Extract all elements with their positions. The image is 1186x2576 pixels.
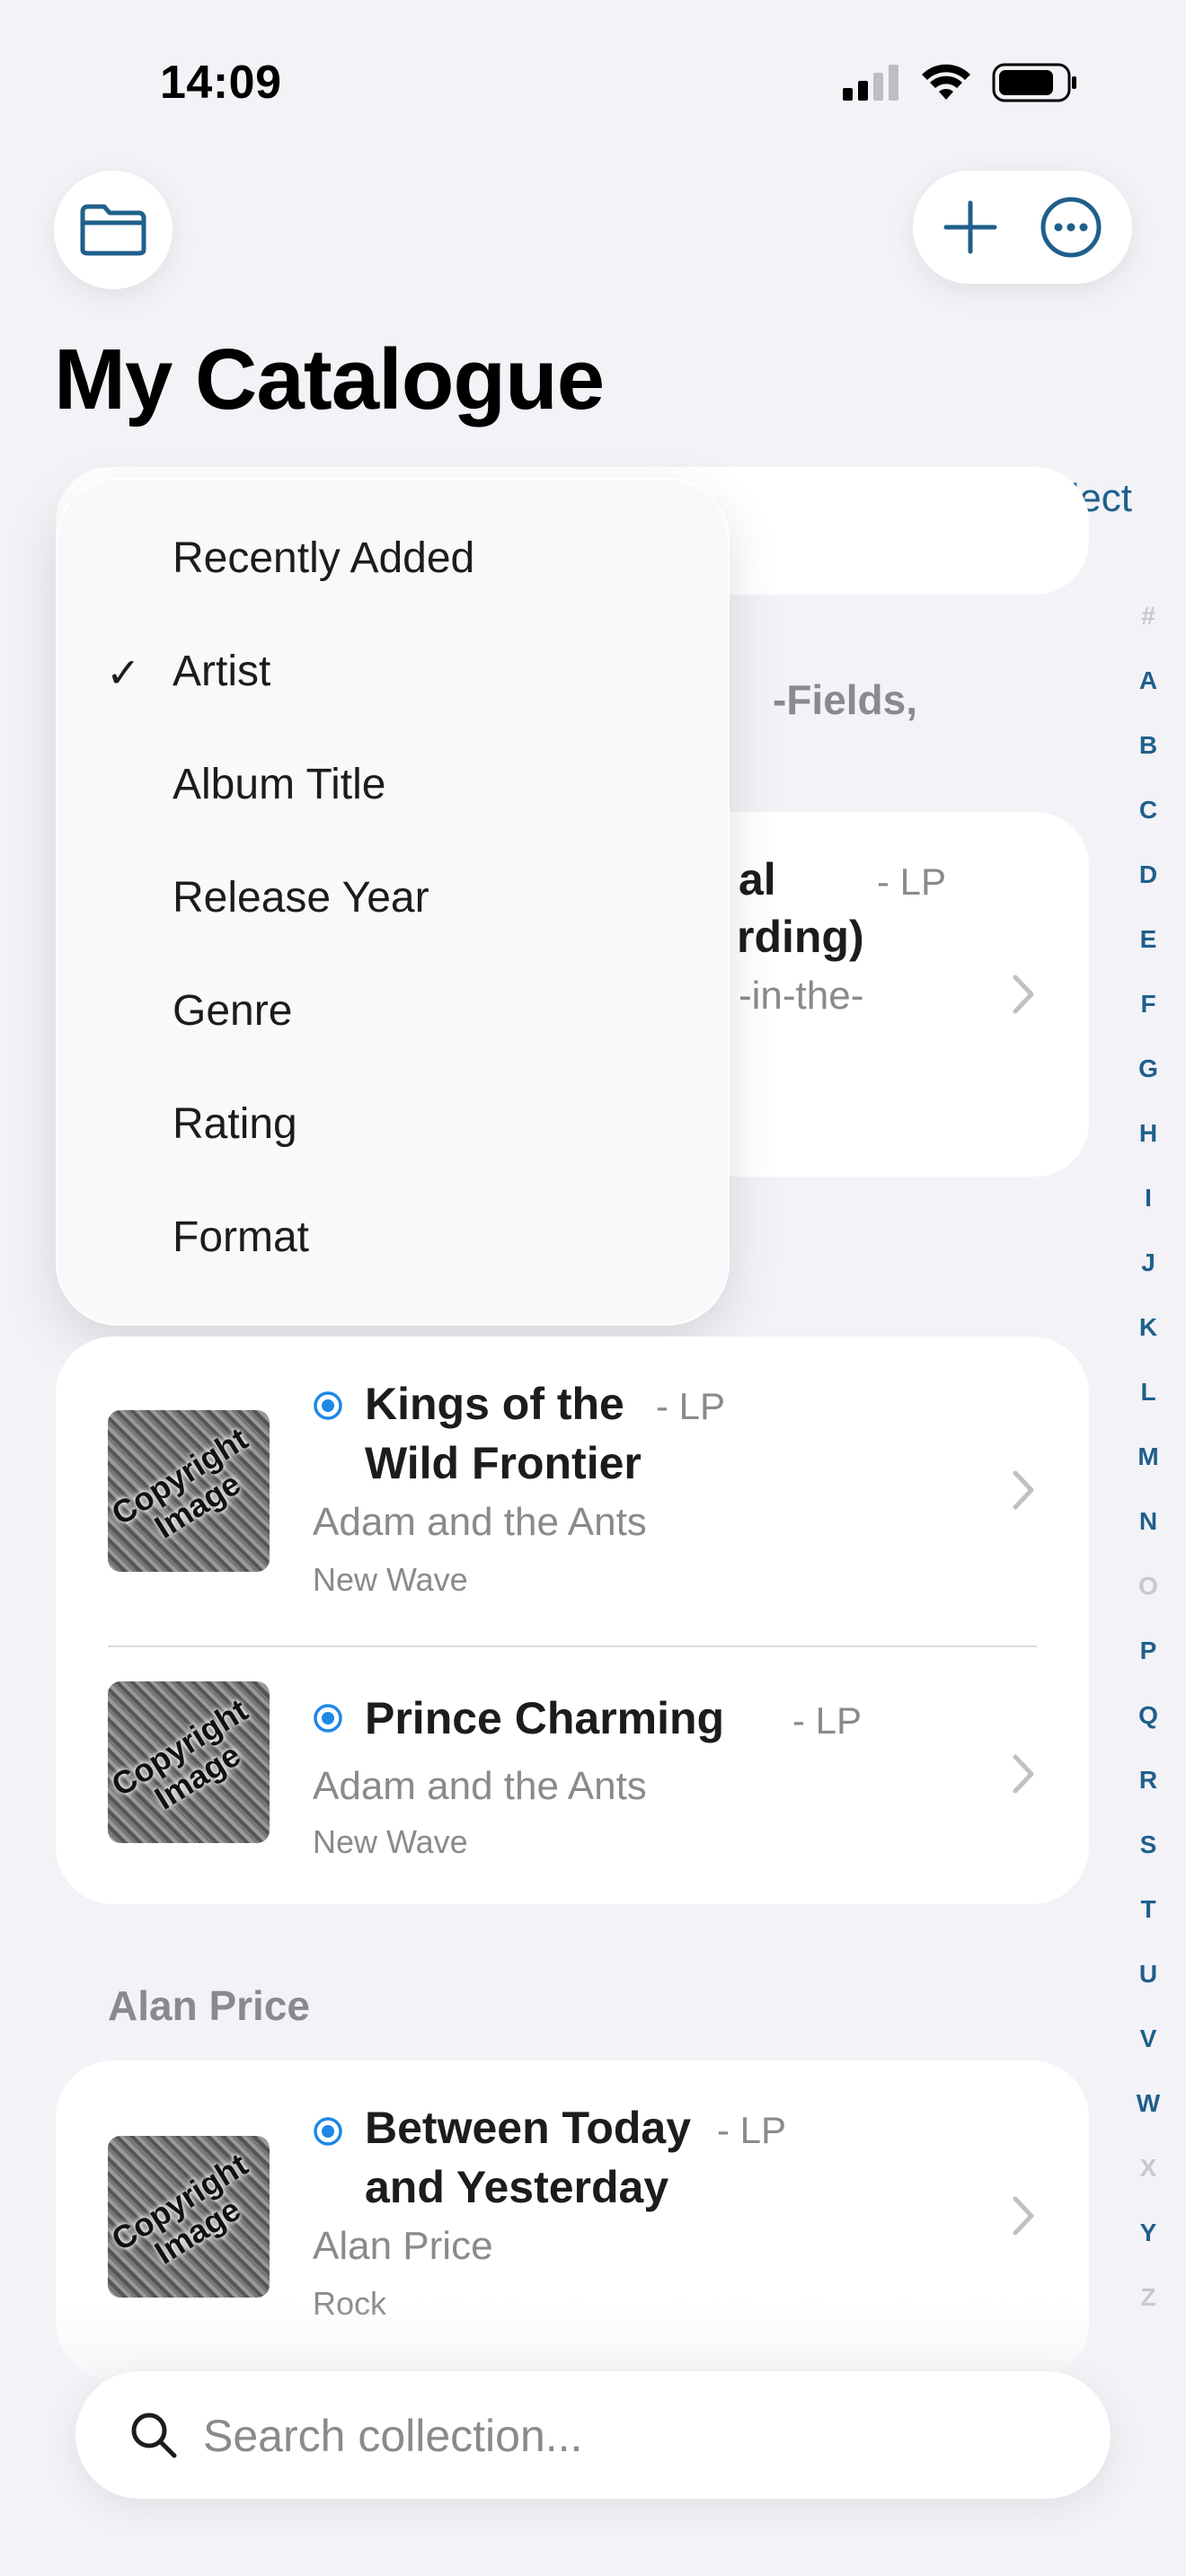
chevron-right-icon	[1013, 2196, 1034, 2236]
album-artist: Adam and the Ants	[313, 1764, 647, 1808]
index-letter[interactable]: S	[1123, 1813, 1173, 1877]
alphabet-index[interactable]: # A B C D E F G H I J K L M N O P Q R S T U V W X Y Z	[1123, 584, 1173, 2330]
radio-selected-icon	[314, 1704, 342, 1733]
index-letter[interactable]: L	[1123, 1360, 1173, 1425]
radio-selected-icon	[314, 2117, 342, 2146]
ellipsis-circle-icon[interactable]	[1040, 196, 1102, 259]
wifi-icon	[922, 64, 970, 100]
index-letter[interactable]: W	[1123, 2071, 1173, 2136]
copyright-watermark: Copyright Image	[108, 1420, 270, 1561]
index-letter[interactable]: E	[1123, 907, 1173, 972]
index-letter[interactable]: B	[1123, 713, 1173, 778]
album-group-card: Copyright Image Kings of the Wild Fronti…	[56, 1337, 1089, 1904]
status-time: 14:09	[160, 57, 282, 109]
album-genre: New Wave	[313, 1561, 468, 1598]
album-format: - LP	[792, 1699, 863, 1742]
status-icons	[843, 63, 1078, 102]
chevron-right-icon	[1013, 1754, 1034, 1794]
header-actions	[913, 171, 1132, 284]
sort-option-format[interactable]: Format	[173, 1213, 309, 1262]
index-letter[interactable]: Q	[1123, 1683, 1173, 1748]
index-letter[interactable]: Y	[1123, 2201, 1173, 2265]
search-input[interactable]	[201, 2371, 1067, 2501]
index-letter[interactable]: K	[1123, 1295, 1173, 1360]
copyright-watermark: Copyright Image	[108, 2146, 270, 2287]
index-letter[interactable]: C	[1123, 778, 1173, 842]
search-bar	[75, 2371, 1111, 2501]
album-artist: Alan Price	[313, 2224, 493, 2268]
chevron-right-icon	[1013, 975, 1034, 1014]
checkmark-icon: ✓	[106, 649, 141, 696]
album-format: - LP	[656, 1385, 726, 1427]
chevron-right-icon	[1013, 1470, 1034, 1510]
background-section-fragment: -Fields,	[773, 676, 918, 723]
index-letter[interactable]: J	[1123, 1231, 1173, 1295]
album-artwork: Copyright Image	[108, 1681, 270, 1843]
sort-option-rating[interactable]: Rating	[173, 1099, 297, 1149]
background-album-title-fragment-2: rding)	[737, 912, 864, 962]
index-letter[interactable]: R	[1123, 1748, 1173, 1813]
sort-option-artist[interactable]: Artist	[173, 647, 270, 696]
magnifier-icon	[131, 2413, 177, 2458]
plus-icon[interactable]	[943, 199, 998, 255]
cellular-signal-icon	[843, 65, 898, 101]
index-letter[interactable]: A	[1123, 648, 1173, 713]
index-letter[interactable]: M	[1123, 1425, 1173, 1489]
folder-icon	[80, 204, 146, 256]
index-letter[interactable]: P	[1123, 1619, 1173, 1683]
album-genre: New Wave	[313, 1823, 468, 1860]
sort-option-genre[interactable]: Genre	[173, 986, 292, 1036]
page-title: My Catalogue	[54, 331, 605, 428]
index-letter[interactable]: D	[1123, 842, 1173, 907]
index-letter[interactable]: X	[1123, 2136, 1173, 2201]
sort-option-release-year[interactable]: Release Year	[173, 873, 429, 922]
album-artwork: Copyright Image	[108, 2136, 270, 2298]
copyright-watermark: Copyright Image	[108, 1691, 270, 1832]
album-title-line-1: Between Today	[365, 2103, 692, 2153]
folder-button[interactable]	[54, 171, 173, 289]
index-letter[interactable]: N	[1123, 1489, 1173, 1554]
index-letter[interactable]: H	[1123, 1101, 1173, 1166]
index-letter[interactable]: #	[1123, 584, 1173, 648]
list-item[interactable]: Copyright Image Prince Charming - LP Ada…	[56, 1649, 1089, 1904]
list-item[interactable]: Copyright Image Kings of the Wild Fronti…	[56, 1337, 1089, 1649]
radio-selected-icon	[314, 1391, 342, 1420]
album-title-line-2: and Yesterday	[365, 2162, 669, 2212]
index-letter[interactable]: I	[1123, 1166, 1173, 1231]
index-letter[interactable]: T	[1123, 1877, 1173, 1942]
sort-menu: Recently Added ✓ Artist Album Title Rele…	[56, 478, 730, 1326]
background-album-format: - LP	[877, 860, 947, 903]
battery-icon	[992, 63, 1076, 102]
sort-option-recently-added[interactable]: Recently Added	[173, 534, 474, 583]
index-letter[interactable]: G	[1123, 1037, 1173, 1101]
section-heading-alan-price: Alan Price	[108, 1982, 310, 2029]
row-divider	[108, 1645, 1037, 1647]
index-letter[interactable]: F	[1123, 972, 1173, 1037]
album-artist: Adam and the Ants	[313, 1500, 647, 1544]
album-artwork: Copyright Image	[108, 1410, 270, 1572]
index-letter[interactable]: O	[1123, 1554, 1173, 1619]
background-album-title-fragment-1: al	[739, 854, 776, 904]
album-title-line-1: Prince Charming	[365, 1693, 725, 1743]
sort-option-album-title[interactable]: Album Title	[173, 760, 385, 809]
album-title-line-2: Wild Frontier	[365, 1438, 642, 1488]
index-letter[interactable]: U	[1123, 1942, 1173, 2007]
index-letter[interactable]: V	[1123, 2007, 1173, 2071]
album-title-line-1: Kings of the	[365, 1379, 624, 1429]
background-album-artist-fragment: -in-the-	[739, 974, 864, 1018]
album-format: - LP	[717, 2109, 787, 2151]
